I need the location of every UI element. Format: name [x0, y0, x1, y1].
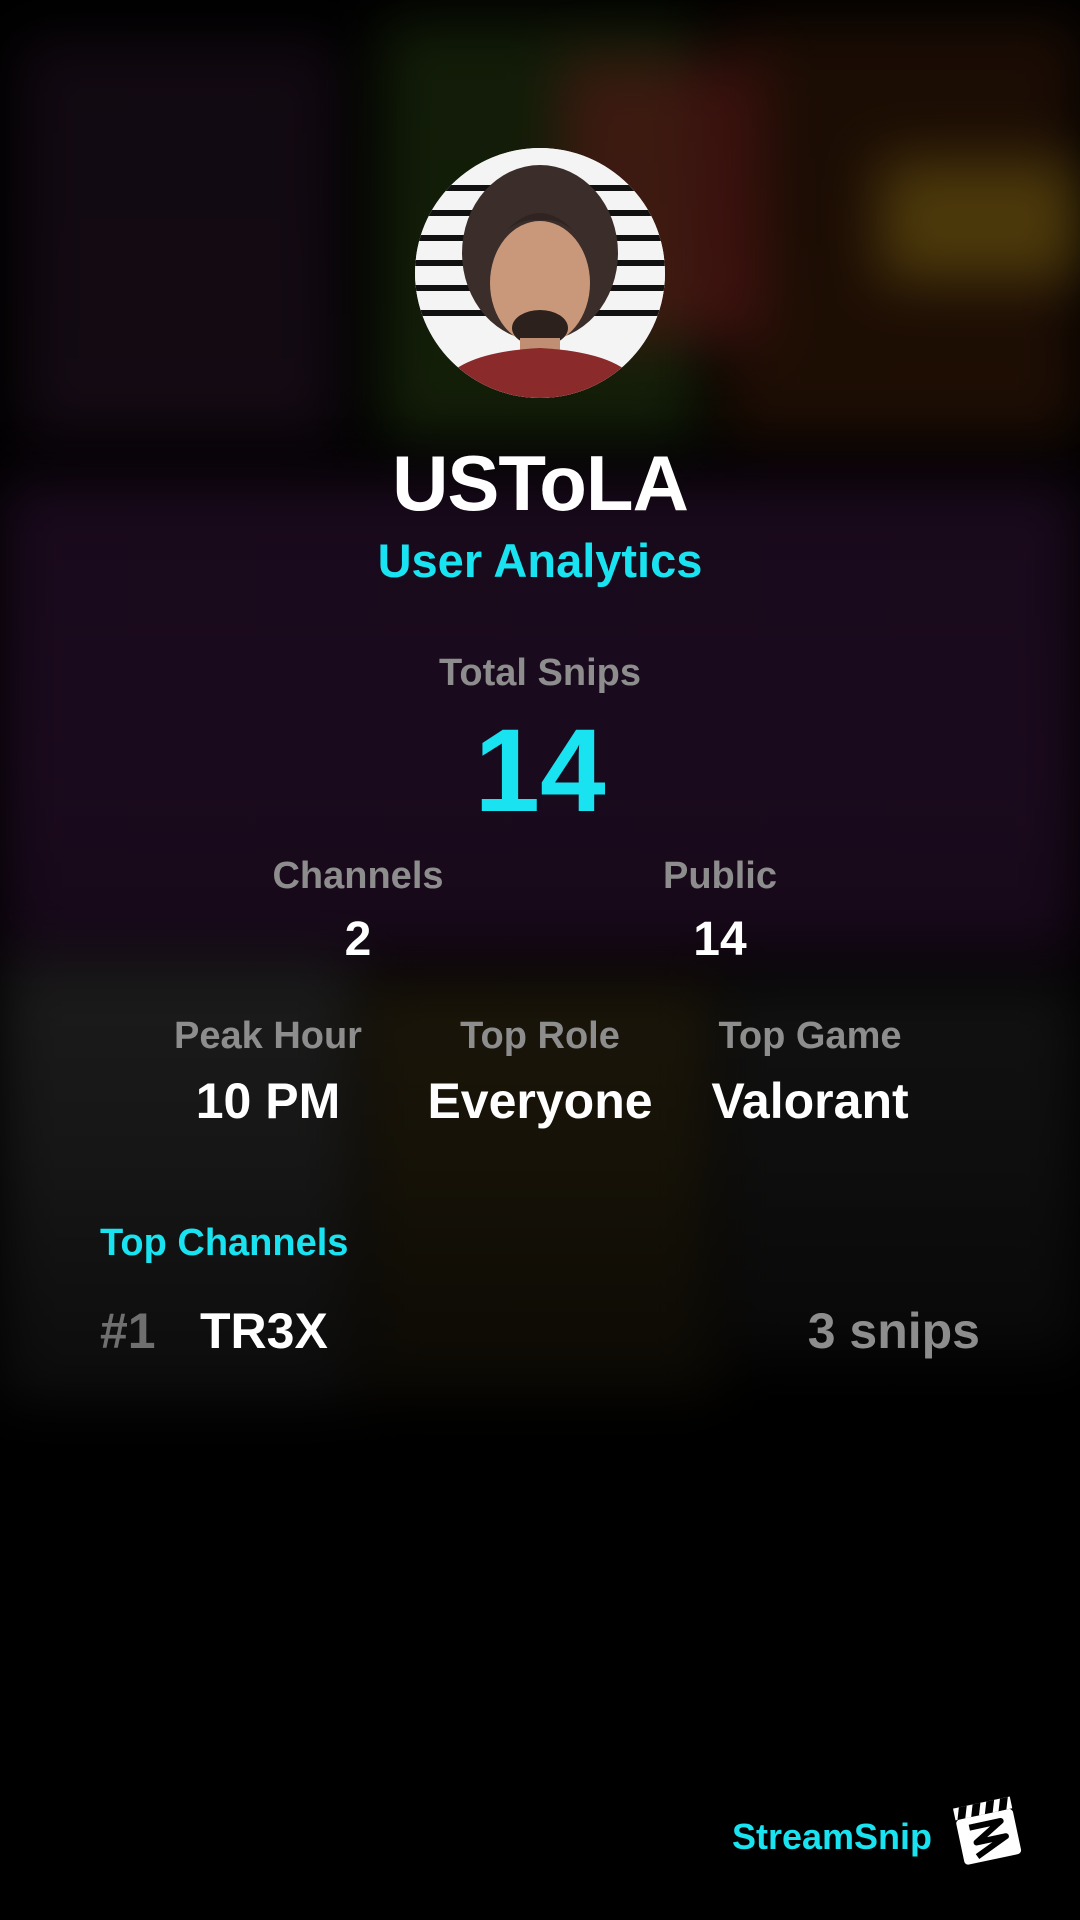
public-value: 14 [693, 913, 747, 966]
channel-name: TR3X [200, 1303, 328, 1359]
total-snips-label: Total Snips [439, 652, 641, 694]
peak-hour-label: Peak Hour [174, 1015, 362, 1057]
analytics-card: USToLA User Analytics Total Snips 14 Cha… [0, 0, 1080, 1920]
channels-value: 2 [344, 913, 372, 966]
top-channels-heading: Top Channels [100, 1222, 349, 1264]
username: USToLA [392, 439, 689, 527]
page-subtitle: User Analytics [377, 534, 703, 587]
clapperboard-icon [948, 1790, 1026, 1868]
top-role-value: Everyone [427, 1073, 653, 1129]
top-game-value: Valorant [711, 1073, 909, 1129]
channels-label: Channels [272, 855, 444, 897]
peak-hour-value: 10 PM [195, 1073, 341, 1129]
top-role-label: Top Role [460, 1015, 620, 1057]
public-label: Public [662, 855, 778, 897]
avatar [415, 148, 665, 398]
brand-name: StreamSnip [731, 1816, 932, 1857]
total-snips-value: 14 [474, 705, 606, 837]
channel-rank: #1 [100, 1303, 156, 1359]
channel-snip-count: 3 snips [807, 1303, 980, 1359]
top-game-label: Top Game [718, 1015, 902, 1057]
